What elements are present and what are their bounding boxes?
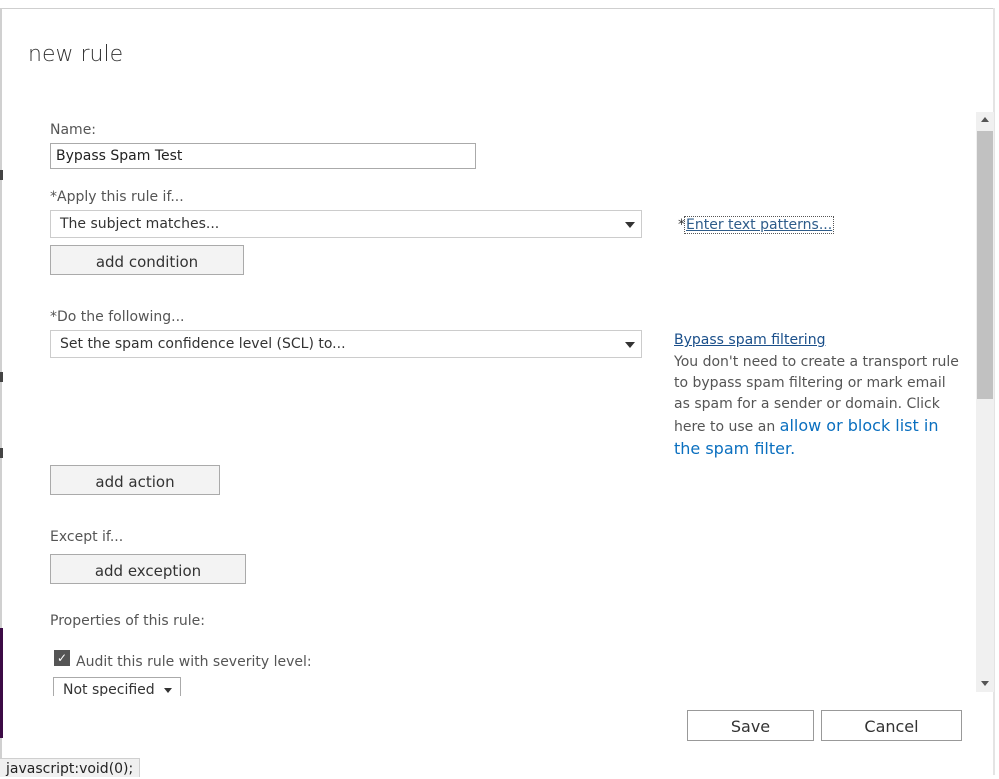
properties-label: Properties of this rule:	[50, 613, 205, 629]
status-bar: javascript:void(0);	[0, 758, 141, 777]
name-label: Name:	[50, 122, 97, 138]
apply-rule-label: *Apply this rule if...	[50, 189, 184, 205]
scrollbar-thumb[interactable]	[977, 131, 993, 399]
help-title: Bypass spam filtering	[674, 332, 825, 348]
enter-text-patterns-link[interactable]: Enter text patterns...	[683, 216, 835, 234]
rule-form: Name: *Apply this rule if... The subject…	[50, 112, 970, 696]
background-app-accent	[0, 628, 3, 738]
add-exception-button[interactable]: add exception	[50, 554, 246, 584]
severity-select[interactable]: Not specified	[53, 677, 181, 696]
background-tick	[0, 372, 3, 382]
dialog-title: new rule	[28, 42, 124, 67]
do-following-label: *Do the following...	[50, 309, 185, 325]
name-input[interactable]	[50, 143, 476, 169]
except-if-label: Except if...	[50, 529, 124, 545]
checkmark-icon: ✓	[56, 651, 68, 665]
background-tick	[0, 448, 3, 458]
help-suffix: .	[790, 439, 796, 458]
condition-select[interactable]: The subject matches...	[50, 210, 642, 238]
add-action-button[interactable]: add action	[50, 465, 220, 495]
form-scrollbar[interactable]	[976, 112, 994, 692]
bypass-spam-filtering-link[interactable]: Bypass spam filtering	[674, 332, 825, 348]
severity-select-value: Not specified	[63, 682, 155, 696]
scroll-up-arrow-icon[interactable]	[981, 117, 989, 122]
cancel-button[interactable]: Cancel	[821, 710, 962, 741]
audit-label: Audit this rule with severity level:	[76, 654, 312, 670]
save-button[interactable]: Save	[687, 710, 814, 741]
add-condition-button[interactable]: add condition	[50, 245, 244, 275]
top-edge-strip	[0, 0, 993, 9]
chevron-down-icon	[625, 222, 635, 228]
background-tick	[0, 170, 3, 180]
action-select-value: Set the spam confidence level (SCL) to..…	[60, 336, 346, 352]
condition-pattern-area: *Enter text patterns...	[678, 216, 835, 234]
audit-checkbox[interactable]: ✓	[54, 650, 70, 666]
scroll-down-arrow-icon[interactable]	[981, 681, 989, 686]
help-text: You don't need to create a transport rul…	[674, 352, 960, 461]
chevron-down-icon	[625, 342, 635, 348]
condition-select-value: The subject matches...	[60, 216, 220, 232]
action-select[interactable]: Set the spam confidence level (SCL) to..…	[50, 330, 642, 358]
chevron-down-icon	[164, 688, 172, 693]
required-marker: *	[678, 217, 685, 233]
